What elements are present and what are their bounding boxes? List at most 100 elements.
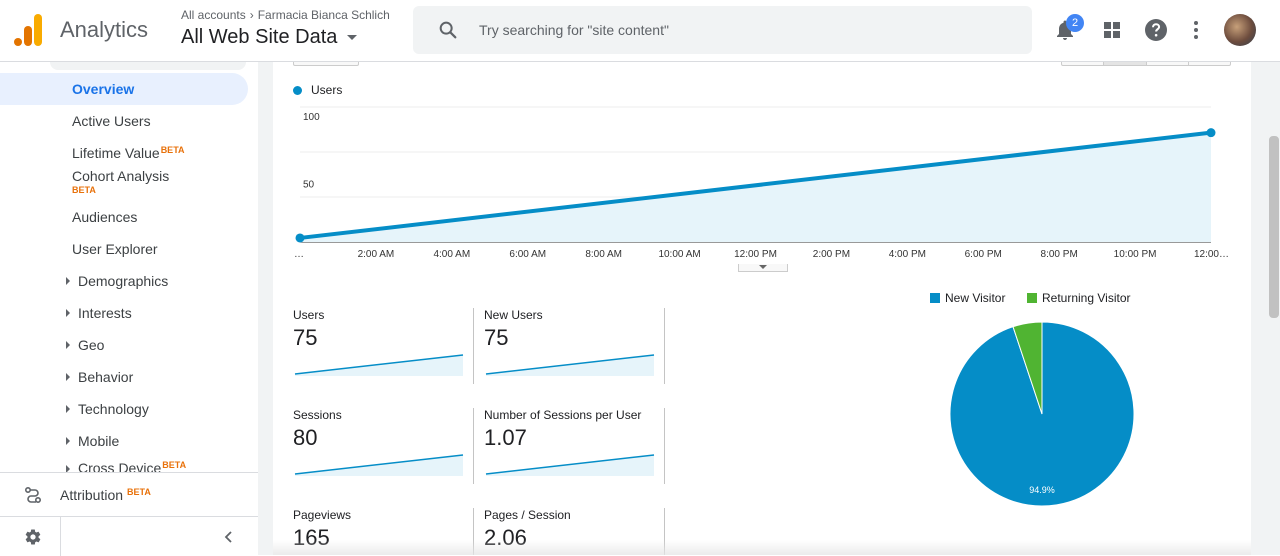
sidebar-item-mobile[interactable]: Mobile [0, 425, 248, 457]
metric-label: Pages / Session [484, 508, 571, 522]
metric-value: 1.07 [484, 425, 527, 450]
metric-divider [473, 408, 474, 484]
data-point [1206, 128, 1216, 138]
sidebar-item-cohort-analysis[interactable]: Cohort Analysis BETA [0, 169, 248, 203]
legend-users-label: Users [311, 83, 343, 97]
lifetime-value-label: Lifetime Value [72, 145, 160, 161]
chart-resize-handle[interactable] [738, 264, 788, 272]
sparkline [294, 354, 464, 376]
metric-divider [664, 308, 665, 384]
expand-arrow-icon [66, 373, 70, 381]
sidebar-item-lifetime-value[interactable]: Lifetime ValueBETA [0, 137, 248, 169]
sidebar-item-demographics[interactable]: Demographics [0, 265, 248, 297]
sidebar-item-technology[interactable]: Technology [0, 393, 248, 425]
search-input[interactable] [479, 22, 979, 38]
breadcrumb-separator-icon: › [249, 8, 254, 22]
x-tick-label: 6:00 AM [509, 249, 546, 260]
beta-badge: BETA [72, 185, 96, 195]
metric-divider [473, 308, 474, 384]
pie-legend-returning-visitor[interactable]: Returning Visitor [1027, 291, 1131, 305]
beta-badge: BETA [162, 460, 187, 470]
sidebar-item-user-explorer[interactable]: User Explorer [0, 233, 248, 265]
sidebar-item-attribution[interactable]: Attribution BETA [0, 480, 258, 510]
dropdown-arrow-icon [347, 35, 358, 40]
metric-label: Pageviews [293, 508, 352, 522]
sidebar-item-label: Lifetime ValueBETA [72, 145, 185, 161]
expand-arrow-icon [66, 341, 70, 349]
sparkline [485, 354, 655, 376]
analytics-logo-icon[interactable] [14, 14, 42, 46]
avatar[interactable] [1224, 14, 1256, 46]
pie-slice-label: 94.9% [1029, 485, 1055, 495]
metric-sessions[interactable]: Sessions 80 [293, 408, 473, 488]
metric-value: 75 [293, 325, 318, 350]
metric-label: Users [293, 308, 325, 322]
y-tick-label: 50 [303, 180, 315, 191]
sidebar-item-interests[interactable]: Interests [0, 297, 248, 329]
x-tick-label: 2:00 PM [813, 249, 850, 260]
legend-swatch [930, 293, 940, 303]
apps-grid-icon[interactable] [1100, 18, 1124, 42]
expand-arrow-icon [66, 405, 70, 413]
expand-arrow-icon [66, 277, 70, 285]
expand-arrow-icon [66, 465, 70, 472]
more-vert-icon[interactable] [1184, 18, 1208, 42]
beta-badge: BETA [160, 145, 185, 155]
users-line-chart[interactable]: … 2:00 AM 4:00 AM 6:00 AM 8:00 AM 10:00 AM 12:… [273, 102, 1251, 272]
x-tick-label: … [294, 249, 304, 260]
sparkline [485, 454, 655, 476]
sidebar-item-geo[interactable]: Geo [0, 329, 248, 361]
chevron-down-icon [759, 265, 767, 269]
account-selector[interactable]: All accounts › Farmacia Bianca Schlich A… [181, 8, 390, 49]
metric-new-users[interactable]: New Users 75 [484, 308, 664, 388]
beta-badge: BETA [127, 487, 151, 497]
scroll-shadow [273, 540, 1251, 555]
breadcrumb-root[interactable]: All accounts [181, 8, 246, 22]
metric-label: Sessions [293, 408, 342, 422]
x-tick-label: 4:00 PM [889, 249, 926, 260]
sidebar-item-audiences[interactable]: Audiences [0, 201, 248, 233]
breadcrumb-account[interactable]: Farmacia Bianca Schlich [258, 8, 390, 22]
search-bar[interactable] [413, 6, 1032, 54]
sidebar-item-label: Overview [72, 81, 135, 97]
collapse-chevron-icon[interactable] [222, 530, 236, 544]
scrollbar-thumb[interactable] [1269, 136, 1279, 318]
sidebar-scrolled-item [50, 62, 246, 70]
legend-label: New Visitor [945, 291, 1006, 305]
metric-divider [664, 408, 665, 484]
expand-arrow-icon [66, 309, 70, 317]
sidebar-divider [0, 472, 258, 473]
x-tick-label: 10:00 PM [1114, 249, 1157, 260]
sidebar-item-label: Attribution BETA [60, 487, 151, 503]
report-content: Users … 2:00 AM 4:00 AM 6:00 AM 8:00 AM 10:00… [273, 56, 1251, 555]
legend-label: Returning Visitor [1042, 291, 1131, 305]
sidebar-item-active-users[interactable]: Active Users [0, 105, 248, 137]
pie-legend-new-visitor[interactable]: New Visitor [930, 291, 1005, 305]
metric-label: New Users [484, 308, 543, 322]
sidebar-item-label: Audiences [72, 209, 138, 225]
breadcrumb: All accounts › Farmacia Bianca Schlich [181, 8, 390, 22]
cross-device-label: Cross Device [78, 460, 162, 472]
x-tick-label: 12:00 PM [734, 249, 777, 260]
sidebar-item-label: Interests [78, 305, 132, 321]
gear-icon[interactable] [24, 528, 42, 546]
metric-sessions-per-user[interactable]: Number of Sessions per User 1.07 [484, 408, 664, 488]
view-selector[interactable]: All Web Site Data [181, 26, 390, 49]
view-name: All Web Site Data [181, 26, 338, 48]
expand-arrow-icon [66, 437, 70, 445]
sidebar-item-behavior[interactable]: Behavior [0, 361, 248, 393]
footer-divider [60, 517, 61, 556]
sidebar-item-label: Active Users [72, 113, 151, 129]
sidebar-item-label: Geo [78, 337, 105, 353]
sidebar-item-label: Mobile [78, 433, 120, 449]
metric-label: Number of Sessions per User [484, 408, 642, 422]
content-gutter-left [258, 62, 273, 555]
sidebar-item-overview[interactable]: Overview [0, 73, 248, 105]
help-icon[interactable] [1144, 18, 1168, 42]
visitor-pie-chart[interactable]: 94.9% [930, 314, 1154, 514]
metric-users[interactable]: Users 75 [293, 308, 473, 388]
sidebar-item-cross-device[interactable]: Cross DeviceBETA [0, 457, 248, 472]
sidebar-item-label: Cross DeviceBETA [78, 460, 186, 472]
attribution-icon [24, 486, 42, 504]
app-name: Analytics [60, 17, 149, 42]
